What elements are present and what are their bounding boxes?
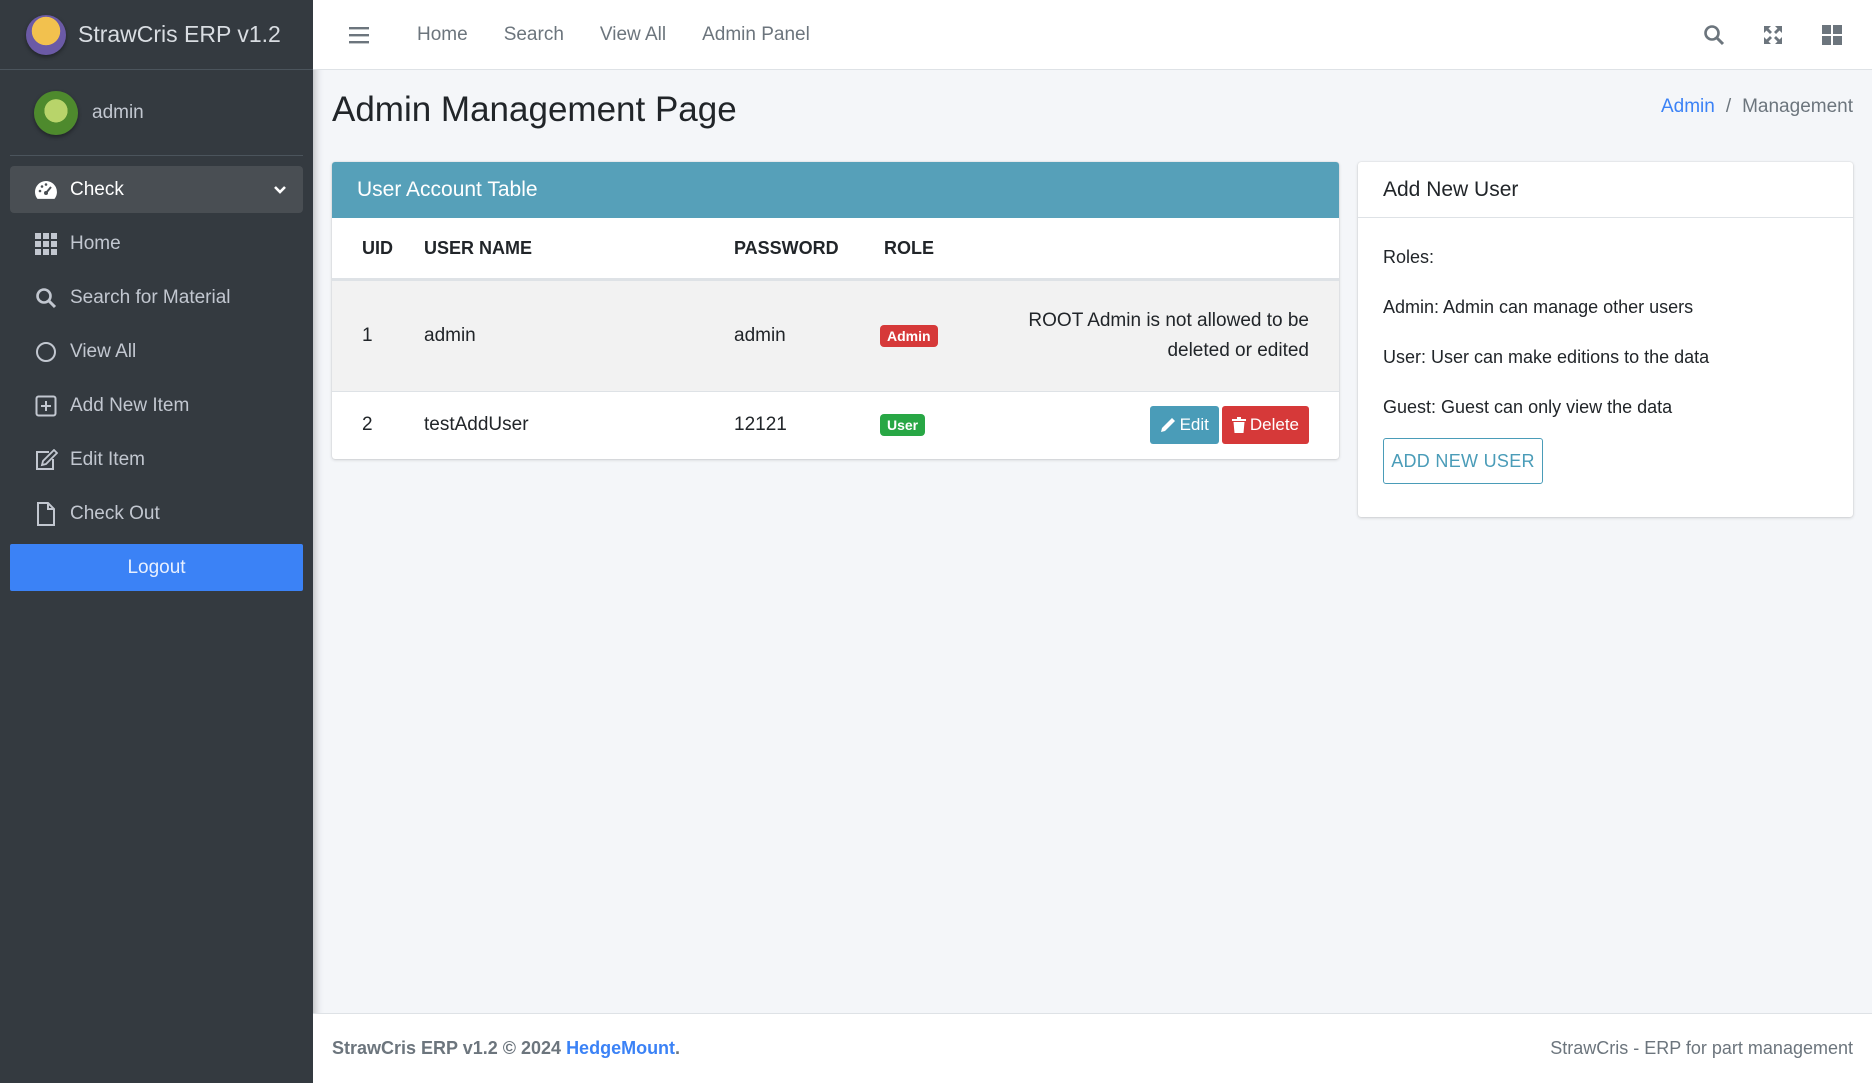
file-icon: [34, 501, 58, 526]
column-header-uid: UID: [362, 237, 393, 258]
apps-grid-icon[interactable]: [1816, 19, 1848, 51]
dashboard-icon: [34, 178, 58, 202]
cell-role: Admin: [880, 325, 964, 347]
delete-button-label: Delete: [1249, 415, 1299, 434]
top-link-home[interactable]: Home: [417, 24, 468, 46]
sidebar-item-label: Home: [70, 232, 121, 254]
sidebar-item-label: Check: [70, 178, 124, 200]
chevron-down-icon: [273, 179, 287, 201]
edit-button-label: Edit: [1179, 415, 1209, 434]
sidebar-item-search[interactable]: Search for Material: [10, 274, 303, 321]
footer: StrawCris ERP v1.2 © 2024 HedgeMount. St…: [313, 1013, 1872, 1083]
breadcrumb-current: Management: [1742, 96, 1853, 117]
sidebar-item-label: Add New Item: [70, 394, 190, 416]
root-admin-note: ROOT Admin is not allowed to be deleted …: [1028, 310, 1309, 361]
delete-button[interactable]: Delete: [1221, 406, 1309, 444]
admin-role-description: Admin: Admin can manage other users: [1383, 297, 1694, 317]
hamburger-menu-icon[interactable]: [337, 26, 381, 44]
add-new-user-button[interactable]: ADD NEW USER: [1383, 438, 1543, 484]
table-row: 1 admin admin Admin ROOT Admin is not al…: [332, 280, 1339, 391]
user-name: admin: [92, 101, 144, 123]
plus-square-icon: [34, 394, 58, 418]
column-header-password: PASSWORD: [734, 237, 839, 258]
sidebar-item-edit-item[interactable]: Edit Item: [10, 436, 303, 483]
add-user-card-title: Add New User: [1358, 162, 1853, 218]
top-navbar: Home Search View All Admin Panel: [313, 0, 1872, 70]
column-header-user-name: USER NAME: [424, 237, 533, 258]
avatar: [34, 90, 78, 135]
grid-icon: [34, 232, 58, 256]
user-panel[interactable]: admin: [10, 70, 303, 156]
breadcrumb: Admin / Management: [1661, 96, 1853, 118]
cell-user-name: testAddUser: [424, 414, 529, 435]
page-title: Admin Management Page: [332, 90, 737, 129]
breadcrumb-separator: /: [1725, 96, 1732, 117]
footer-copyright-suffix: .: [675, 1038, 681, 1058]
top-link-search[interactable]: Search: [504, 24, 564, 46]
cell-uid: 1: [362, 325, 373, 346]
edit-button[interactable]: Edit: [1149, 406, 1219, 444]
sidebar-item-view-all[interactable]: View All: [10, 328, 303, 375]
cell-password: admin: [734, 325, 786, 346]
table-card-title: User Account Table: [332, 162, 1339, 218]
cell-password: 12121: [734, 414, 787, 435]
top-icons: [1671, 19, 1848, 51]
sidebar-item-check-out[interactable]: Check Out: [10, 490, 303, 537]
brand-title: StrawCris ERP v1.2: [78, 21, 281, 47]
column-header-role: ROLE: [884, 237, 935, 258]
circle-icon: [34, 340, 58, 364]
footer-company-link[interactable]: HedgeMount: [566, 1038, 675, 1058]
user-account-table-card: User Account Table UID USER NAME PASSWOR…: [332, 162, 1339, 459]
sidebar-item-check[interactable]: Check: [10, 166, 303, 213]
sidebar-item-add-new-item[interactable]: Add New Item: [10, 382, 303, 429]
edit-icon: [34, 448, 58, 472]
roles-label: Roles:: [1383, 247, 1435, 267]
trash-icon: [1231, 417, 1246, 433]
table-header-row: UID USER NAME PASSWORD ROLE: [332, 218, 1339, 280]
sidebar-nav: Check Home Search for Material View All: [0, 156, 313, 591]
top-link-view-all[interactable]: View All: [600, 24, 666, 46]
pencil-icon: [1160, 418, 1175, 432]
footer-copyright-text: StrawCris ERP v1.2 © 2024: [332, 1038, 567, 1058]
sidebar: StrawCris ERP v1.2 admin Check Home Sear…: [0, 0, 313, 1083]
sidebar-item-label: View All: [70, 340, 137, 362]
add-user-card-body: Roles: Admin: Admin can manage other use…: [1358, 218, 1853, 512]
sidebar-item-label: Search for Material: [70, 286, 231, 308]
sidebar-item-label: Check Out: [70, 502, 160, 524]
add-new-user-card: Add New User Roles: Admin: Admin can man…: [1358, 162, 1853, 517]
search-icon[interactable]: [1698, 19, 1730, 51]
top-link-admin-panel[interactable]: Admin Panel: [702, 24, 810, 46]
cell-role: User: [880, 414, 964, 436]
breadcrumb-admin-link[interactable]: Admin: [1661, 96, 1715, 118]
sidebar-item-label: Edit Item: [70, 448, 145, 470]
row-actions: Edit Delete: [964, 406, 1339, 444]
logout-button[interactable]: Logout: [10, 544, 303, 591]
main-content: Admin Management Page Admin / Management…: [313, 70, 1872, 1013]
role-badge-admin: Admin: [880, 325, 938, 347]
brand-logo: [26, 14, 66, 55]
fullscreen-icon[interactable]: [1757, 19, 1789, 51]
guest-role-description: Guest: Guest can only view the data: [1383, 397, 1673, 417]
sidebar-item-home[interactable]: Home: [10, 220, 303, 267]
user-role-description: User: User can make editions to the data: [1383, 347, 1710, 367]
footer-copyright: StrawCris ERP v1.2 © 2024 HedgeMount.: [332, 1038, 680, 1059]
cell-user-name: admin: [424, 325, 476, 346]
footer-tagline: StrawCris - ERP for part management: [1550, 1038, 1853, 1058]
table-row: 2 testAddUser 12121 User Edit Delete: [332, 391, 1339, 458]
search-icon: [34, 286, 58, 310]
brand[interactable]: StrawCris ERP v1.2: [0, 0, 313, 70]
cell-uid: 2: [362, 414, 373, 435]
role-badge-user: User: [880, 414, 926, 436]
